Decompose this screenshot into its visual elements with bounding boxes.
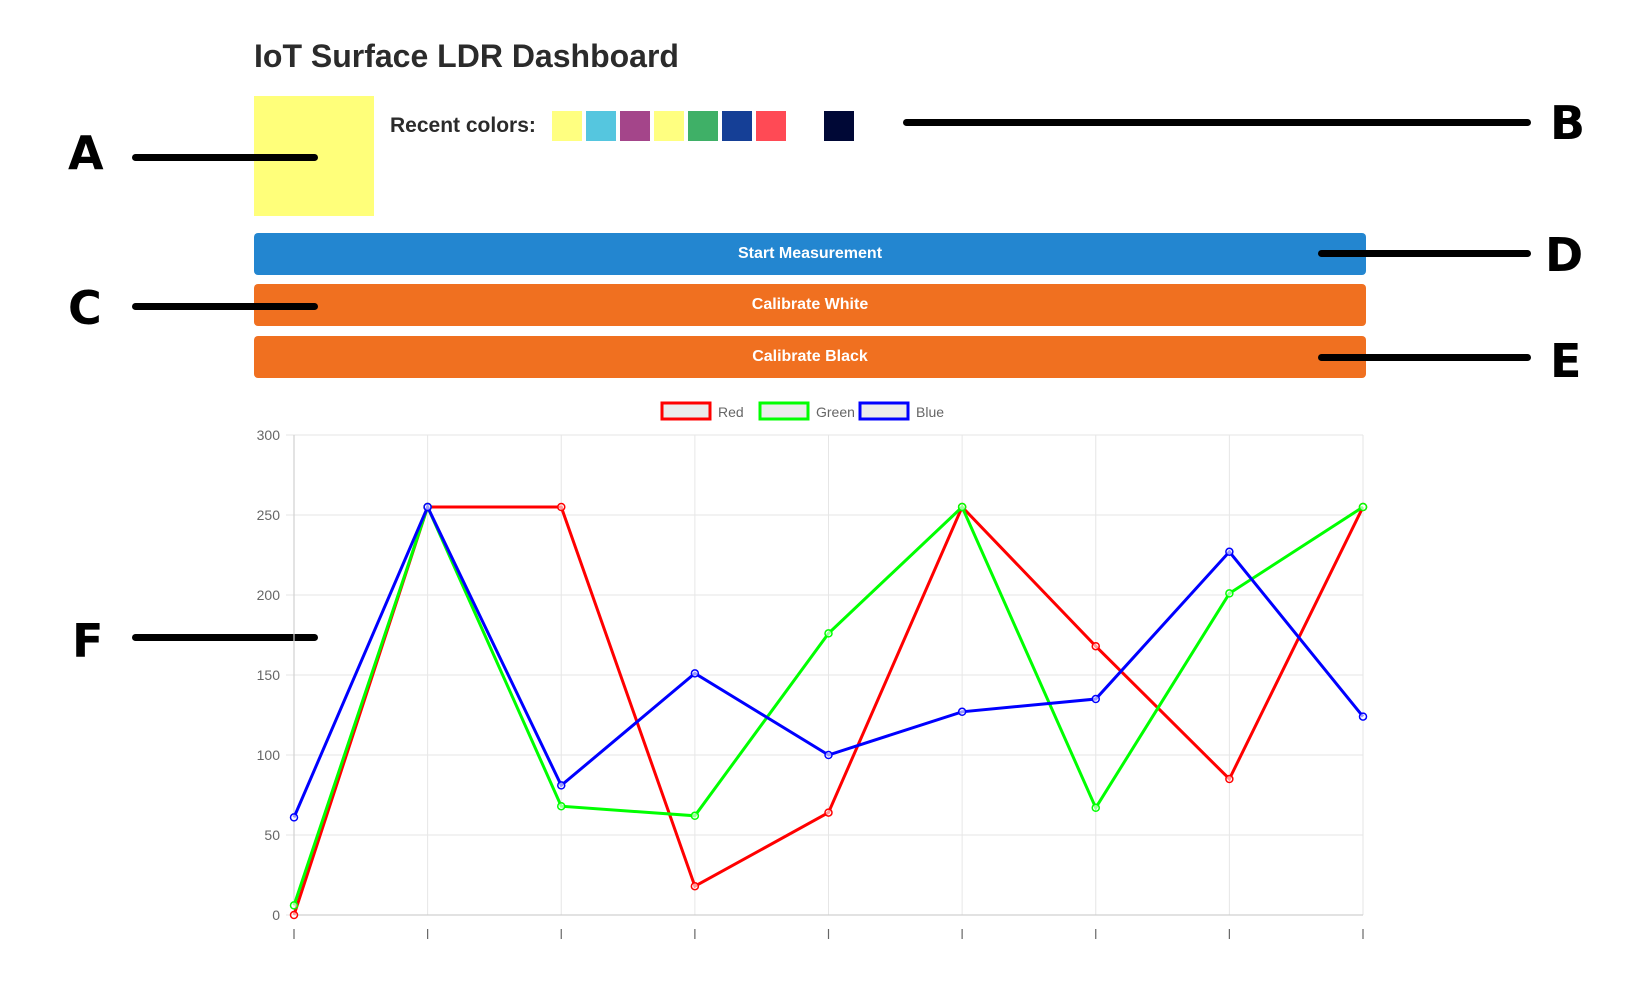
data-point-green [957,502,967,512]
data-point-green [824,629,833,638]
recent-color-swatch [551,111,582,141]
annotation-line-d [1318,250,1531,257]
recent-colors: Recent colors: [390,110,872,142]
legend-label-red: Red [718,404,744,420]
data-point-blue [423,502,432,512]
data-point-blue [824,750,833,760]
chart-axes: 0 50 100 150 200 250 300 [257,427,1364,939]
recent-color-swatch [755,111,786,141]
legend-swatch-red [660,401,712,421]
data-point-green [557,801,566,811]
legend-swatch-blue [858,401,910,421]
annotation-letter-d: D [1545,228,1584,282]
calibrate-white-button[interactable]: Calibrate White [254,284,1366,326]
data-point-red [289,910,299,920]
data-point-red [690,881,700,891]
data-point-blue [957,707,967,717]
annotation-letter-c: C [68,281,102,335]
y-tick-label: 250 [257,507,281,523]
recent-color-swatch [585,111,616,141]
y-tick-label: 300 [257,427,281,443]
data-point-blue [690,669,700,678]
annotation-line-b [903,119,1531,126]
data-point-red [1225,774,1234,784]
annotation-line-c [132,303,318,310]
chart-legend: Red Green Blue [660,401,944,421]
y-tick-label: 200 [257,587,281,603]
recent-color-swatch [823,111,854,141]
data-point-blue [1358,712,1368,721]
annotation-letter-a: A [68,126,104,180]
data-point-green [1225,589,1234,598]
data-point-blue [1091,694,1100,704]
y-tick-label: 50 [264,827,280,843]
recent-color-swatch [789,111,820,141]
data-point-green [690,811,700,821]
y-tick-label: 0 [272,907,280,923]
data-point-blue [289,813,299,822]
recent-color-swatch [721,111,752,141]
data-point-red [1091,641,1100,651]
legend-swatch-green [758,401,810,421]
annotation-letter-b: B [1550,96,1586,150]
data-point-green [1358,502,1368,512]
recent-colors-label: Recent colors: [390,114,536,137]
annotation-line-e [1318,354,1531,361]
data-point-blue [1225,547,1234,557]
data-point-green [1091,803,1100,813]
page-title: IoT Surface LDR Dashboard [254,38,679,74]
y-tick-label: 100 [257,747,281,763]
recent-color-swatch [619,111,650,141]
calibrate-black-button[interactable]: Calibrate Black [254,336,1366,378]
annotation-line-a [132,154,318,161]
y-tick-label: 150 [257,667,281,683]
recent-color-swatch [653,111,684,141]
data-point-green [289,901,299,910]
legend-label-blue: Blue [916,404,944,420]
data-point-red [557,502,566,512]
annotation-letter-e: E [1550,334,1582,388]
start-measurement-button[interactable]: Start Measurement [254,233,1366,275]
data-point-blue [557,781,566,790]
rgb-line-chart: 0 50 100 150 200 250 300 Red Green Blue [257,401,1368,939]
legend-label-green: Green [816,404,855,420]
recent-colors-swatches [551,111,872,141]
data-point-red [824,808,833,817]
recent-color-swatch [687,111,718,141]
